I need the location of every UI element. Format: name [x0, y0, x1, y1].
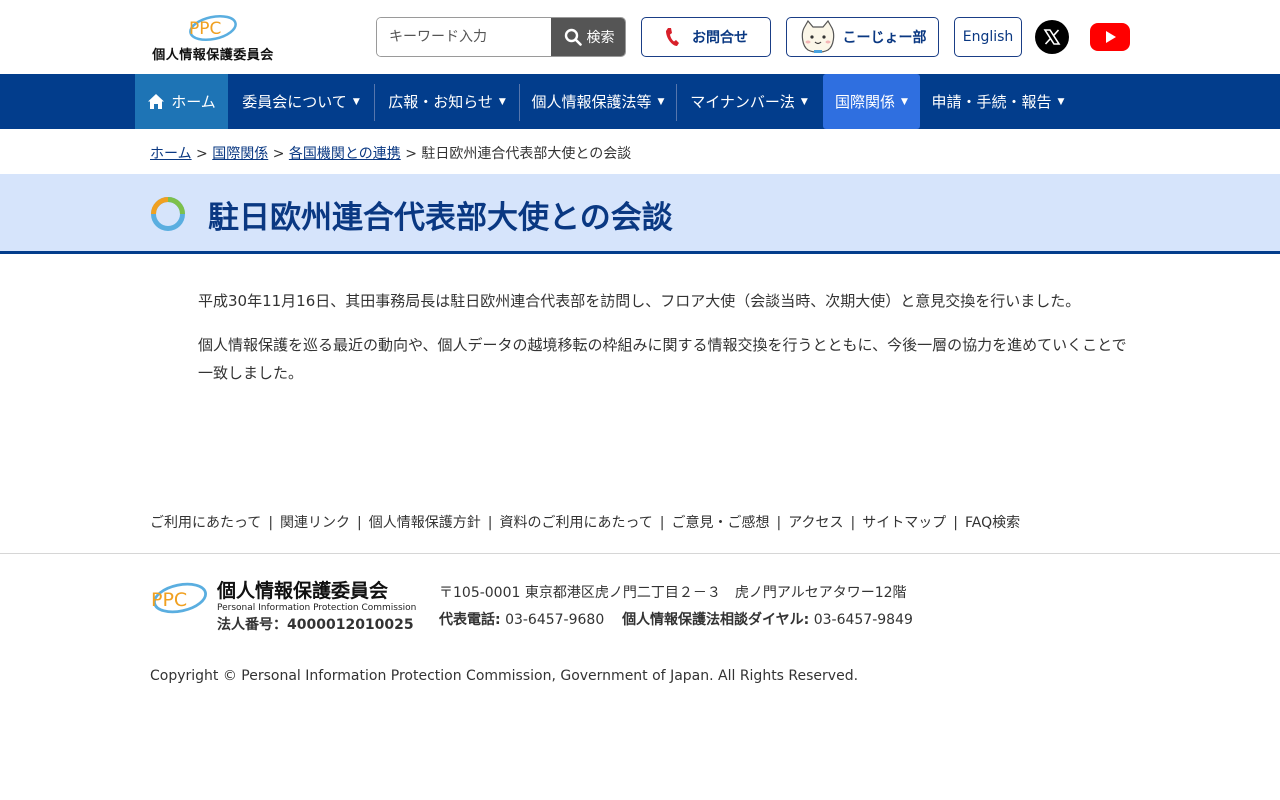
breadcrumb: ホーム > 国際関係 > 各国機関との連携 > 駐日欧州連合代表部大使との会談: [150, 143, 631, 163]
page-title-band: 駐日欧州連合代表部大使との会談: [0, 174, 1280, 254]
cat-icon: [801, 20, 834, 53]
phone-icon: [666, 28, 679, 46]
footer-link-materials[interactable]: 資料のご利用にあたって: [499, 515, 652, 531]
footer-link-related[interactable]: 関連リンク: [280, 515, 350, 531]
footer-link-access[interactable]: アクセス: [788, 515, 843, 531]
global-nav: ホーム 委員会について ▼ 広報・お知らせ ▼ 個人情報保護法等 ▼ マイナンバ…: [0, 74, 1280, 129]
search-box: 検索: [376, 17, 626, 57]
footer-link-sitemap[interactable]: サイトマップ: [862, 515, 946, 531]
main-content: 平成30年11月16日、其田事務局長は駐日欧州連合代表部を訪問し、フロア大使（会…: [198, 287, 1130, 403]
x-link[interactable]: [1035, 20, 1069, 54]
contact-button[interactable]: お問合せ: [641, 17, 771, 57]
footer-divider: [0, 553, 1280, 554]
footer-corporate-number: 法人番号：4000012010025: [217, 617, 414, 633]
english-button[interactable]: English: [954, 17, 1022, 57]
x-icon: [1043, 29, 1061, 45]
caret-down-icon: ▼: [352, 96, 360, 107]
caret-down-icon: ▼: [901, 96, 908, 107]
nav-item-international[interactable]: 国際関係 ▼: [823, 74, 920, 129]
nav-item-privacy-law[interactable]: 個人情報保護法等 ▼: [520, 74, 676, 129]
nav-item-mynumber[interactable]: マイナンバー法 ▼: [677, 74, 821, 129]
footer-link-separator: |: [487, 515, 493, 531]
breadcrumb-international[interactable]: 国際関係: [212, 146, 268, 162]
caret-down-icon: ▼: [498, 96, 506, 107]
phone-label: 代表電話:: [439, 612, 501, 628]
search-icon: [564, 28, 582, 46]
page-title: 駐日欧州連合代表部大使との会談: [208, 200, 673, 236]
phone-number: 03-6457-9680: [505, 612, 605, 628]
breadcrumb-separator: >: [196, 146, 208, 162]
content-paragraph: 平成30年11月16日、其田事務局長は駐日欧州連合代表部を訪問し、フロア大使（会…: [198, 292, 1081, 310]
breadcrumb-cooperation[interactable]: 各国機関との連携: [289, 146, 401, 162]
footer-link-terms[interactable]: ご利用にあたって: [150, 515, 261, 531]
footer-link-separator: |: [659, 515, 665, 531]
logo-name: 個人情報保護委員会: [152, 48, 274, 63]
footer-logo: PPC 個人情報保護委員会 Personal Information Prote…: [150, 576, 425, 634]
content-paragraph: 個人情報保護を巡る最近の動向や、個人データの越境移転の枠組みに関する情報交換を行…: [198, 336, 1127, 382]
title-ring-icon: [151, 197, 185, 231]
caret-down-icon: ▼: [657, 96, 665, 107]
footer-org-name: 個人情報保護委員会: [217, 580, 389, 602]
search-button[interactable]: 検索: [551, 18, 625, 56]
site-logo[interactable]: PPC 個人情報保護委員会: [150, 10, 276, 63]
nav-label: 国際関係: [835, 93, 896, 111]
copyright: Copyright © Personal Information Protect…: [150, 668, 859, 684]
svg-text:PPC: PPC: [189, 19, 221, 39]
breadcrumb-home[interactable]: ホーム: [150, 146, 192, 162]
footer-org-name-en: Personal Information Protection Commissi…: [217, 603, 417, 613]
nav-item-home[interactable]: ホーム: [135, 74, 228, 129]
youtube-icon[interactable]: [1090, 23, 1130, 51]
footer-link-separator: |: [953, 515, 958, 531]
footer-link-feedback[interactable]: ご意見・ご感想: [672, 515, 770, 531]
contact-label: お問合せ: [692, 30, 748, 46]
footer-link-separator: |: [268, 515, 274, 531]
ppc-logo-icon: PPC: [151, 582, 207, 614]
footer-address: 〒105-0001 東京都港区虎ノ門二丁目２－３ 虎ノ門アルセアタワー12階: [439, 585, 907, 601]
breadcrumb-separator: >: [405, 146, 417, 162]
footer-phones: 代表電話: 03-6457-9680 個人情報保護法相談ダイヤル: 03-645…: [439, 609, 913, 629]
hotline-number: 03-6457-9849: [813, 612, 913, 628]
footer-link-separator: |: [776, 515, 782, 531]
footer-links: ご利用にあたって | 関連リンク | 個人情報保護方針 | 資料のご利用にあたって | ご意見・…: [150, 512, 1020, 532]
search-button-label: 検索: [586, 29, 615, 45]
nav-item-about[interactable]: 委員会について ▼: [229, 74, 373, 129]
nav-label: 申請・手続・報告: [931, 93, 1052, 111]
kojo-button[interactable]: こーじょー部: [786, 17, 939, 57]
footer-link-privacy-policy[interactable]: 個人情報保護方針: [369, 515, 481, 531]
breadcrumb-separator: >: [272, 146, 285, 162]
nav-label: ホーム: [171, 93, 216, 111]
search-input[interactable]: [377, 18, 551, 56]
footer-link-separator: |: [850, 515, 856, 531]
footer-link-separator: |: [357, 515, 362, 531]
home-icon: [148, 94, 165, 109]
hotline-label: 個人情報保護法相談ダイヤル:: [622, 612, 810, 628]
nav-item-news[interactable]: 広報・お知らせ ▼: [375, 74, 519, 129]
site-header: PPC 個人情報保護委員会 検索 お問合せ こーじょー部: [0, 0, 1280, 74]
nav-label: 広報・お知らせ: [388, 93, 493, 111]
svg-text:PPC: PPC: [151, 589, 187, 611]
nav-label: 個人情報保護法等: [531, 93, 652, 111]
ppc-logo-icon: PPC: [189, 14, 237, 42]
nav-label: マイナンバー法: [690, 93, 795, 111]
caret-down-icon: ▼: [800, 96, 808, 107]
caret-down-icon: ▼: [1057, 96, 1065, 107]
nav-label: 委員会について: [242, 93, 347, 111]
kojo-label: こーじょー部: [842, 30, 927, 46]
breadcrumb-current: 駐日欧州連合代表部大使との会談: [421, 146, 632, 162]
footer-link-faq[interactable]: FAQ検索: [965, 515, 1020, 531]
nav-item-procedures[interactable]: 申請・手続・報告 ▼: [920, 74, 1076, 129]
